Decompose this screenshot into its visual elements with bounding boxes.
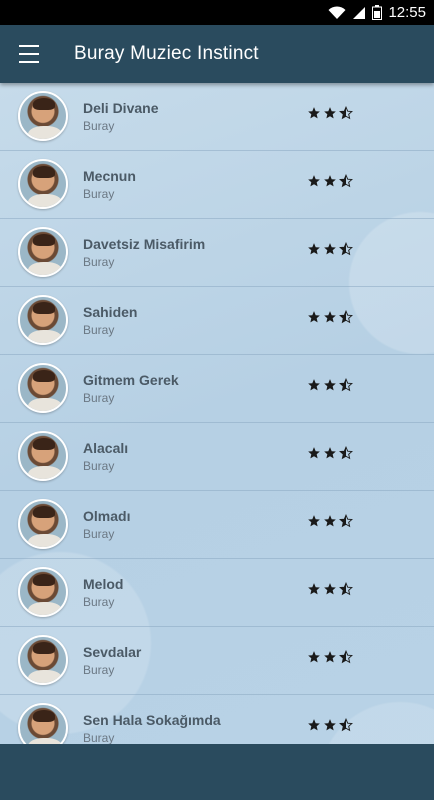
artist-avatar: [18, 635, 68, 685]
star-icon: [339, 649, 353, 669]
song-title: Sevdalar: [83, 644, 142, 660]
song-title: Alacalı: [83, 440, 129, 456]
song-artist: Buray: [83, 391, 115, 405]
star-icon: [307, 378, 321, 397]
song-artist: Buray: [83, 255, 115, 269]
hamburger-menu-icon[interactable]: [0, 25, 58, 83]
star-icon: [323, 106, 337, 125]
song-artist: Buray: [83, 187, 115, 201]
star-icon: [323, 446, 337, 465]
artist-avatar: [18, 499, 68, 549]
star-icon: [323, 514, 337, 533]
list-item[interactable]: Olmadı Buray: [0, 491, 434, 559]
list-item[interactable]: Sahiden Buray: [0, 287, 434, 355]
star-icon: [307, 242, 321, 261]
star-icon: [307, 446, 321, 465]
signal-icon: [352, 6, 366, 20]
list-item[interactable]: Alacalı Buray: [0, 423, 434, 491]
star-icon: [307, 174, 321, 193]
star-icon: [307, 310, 321, 329]
star-icon: [339, 377, 353, 397]
artist-avatar: [18, 703, 68, 744]
list-item[interactable]: Sevdalar Buray: [0, 627, 434, 695]
song-artist: Buray: [83, 323, 115, 337]
artist-avatar: [18, 295, 68, 345]
star-icon: [307, 106, 321, 125]
rating-stars: [307, 377, 353, 397]
clock: 12:55: [388, 4, 426, 21]
artist-avatar: [18, 363, 68, 413]
star-icon: [339, 173, 353, 193]
artist-avatar: [18, 567, 68, 617]
star-icon: [323, 582, 337, 601]
song-artist: Buray: [83, 731, 115, 744]
star-icon: [307, 718, 321, 737]
wifi-icon: [328, 5, 346, 20]
star-icon: [323, 650, 337, 669]
song-title: Mecnun: [83, 168, 136, 184]
rating-stars: [307, 105, 353, 125]
artist-avatar: [18, 227, 68, 277]
status-bar: 12:55: [0, 0, 434, 25]
list-item[interactable]: Deli Divane Buray: [0, 83, 434, 151]
song-title: Davetsiz Misafirim: [83, 236, 206, 252]
bottom-bar: [0, 744, 434, 800]
star-icon: [323, 310, 337, 329]
battery-icon: [372, 5, 383, 20]
star-icon: [339, 445, 353, 465]
list-item[interactable]: Melod Buray: [0, 559, 434, 627]
song-list[interactable]: Deli Divane Buray Mecnun Buray Davetsiz …: [0, 83, 434, 744]
artist-avatar: [18, 91, 68, 141]
star-icon: [307, 650, 321, 669]
rating-stars: [307, 309, 353, 329]
star-icon: [339, 581, 353, 601]
star-icon: [323, 378, 337, 397]
list-item[interactable]: Gitmem Gerek Buray: [0, 355, 434, 423]
star-icon: [323, 174, 337, 193]
song-artist: Buray: [83, 527, 115, 541]
star-icon: [339, 309, 353, 329]
rating-stars: [307, 513, 353, 533]
rating-stars: [307, 445, 353, 465]
rating-stars: [307, 717, 353, 737]
list-item[interactable]: Davetsiz Misafirim Buray: [0, 219, 434, 287]
list-item[interactable]: Mecnun Buray: [0, 151, 434, 219]
app-bar: Buray Muziec Instinct: [0, 25, 434, 83]
star-icon: [323, 718, 337, 737]
song-artist: Buray: [83, 119, 115, 133]
artist-avatar: [18, 431, 68, 481]
song-title: Olmadı: [83, 508, 131, 524]
artist-avatar: [18, 159, 68, 209]
star-icon: [339, 241, 353, 261]
star-icon: [323, 242, 337, 261]
app-title: Buray Muziec Instinct: [74, 43, 259, 64]
rating-stars: [307, 581, 353, 601]
star-icon: [307, 582, 321, 601]
star-icon: [307, 514, 321, 533]
star-icon: [339, 717, 353, 737]
song-artist: Buray: [83, 663, 115, 677]
list-item[interactable]: Sen Hala Sokağımda Buray: [0, 695, 434, 744]
star-icon: [339, 513, 353, 533]
song-title: Sahiden: [83, 304, 138, 320]
rating-stars: [307, 241, 353, 261]
song-artist: Buray: [83, 459, 115, 473]
song-title: Deli Divane: [83, 100, 159, 116]
rating-stars: [307, 649, 353, 669]
star-icon: [339, 105, 353, 125]
song-title: Gitmem Gerek: [83, 372, 179, 388]
rating-stars: [307, 173, 353, 193]
song-title: Melod: [83, 576, 124, 592]
song-artist: Buray: [83, 595, 115, 609]
song-title: Sen Hala Sokağımda: [83, 712, 221, 728]
